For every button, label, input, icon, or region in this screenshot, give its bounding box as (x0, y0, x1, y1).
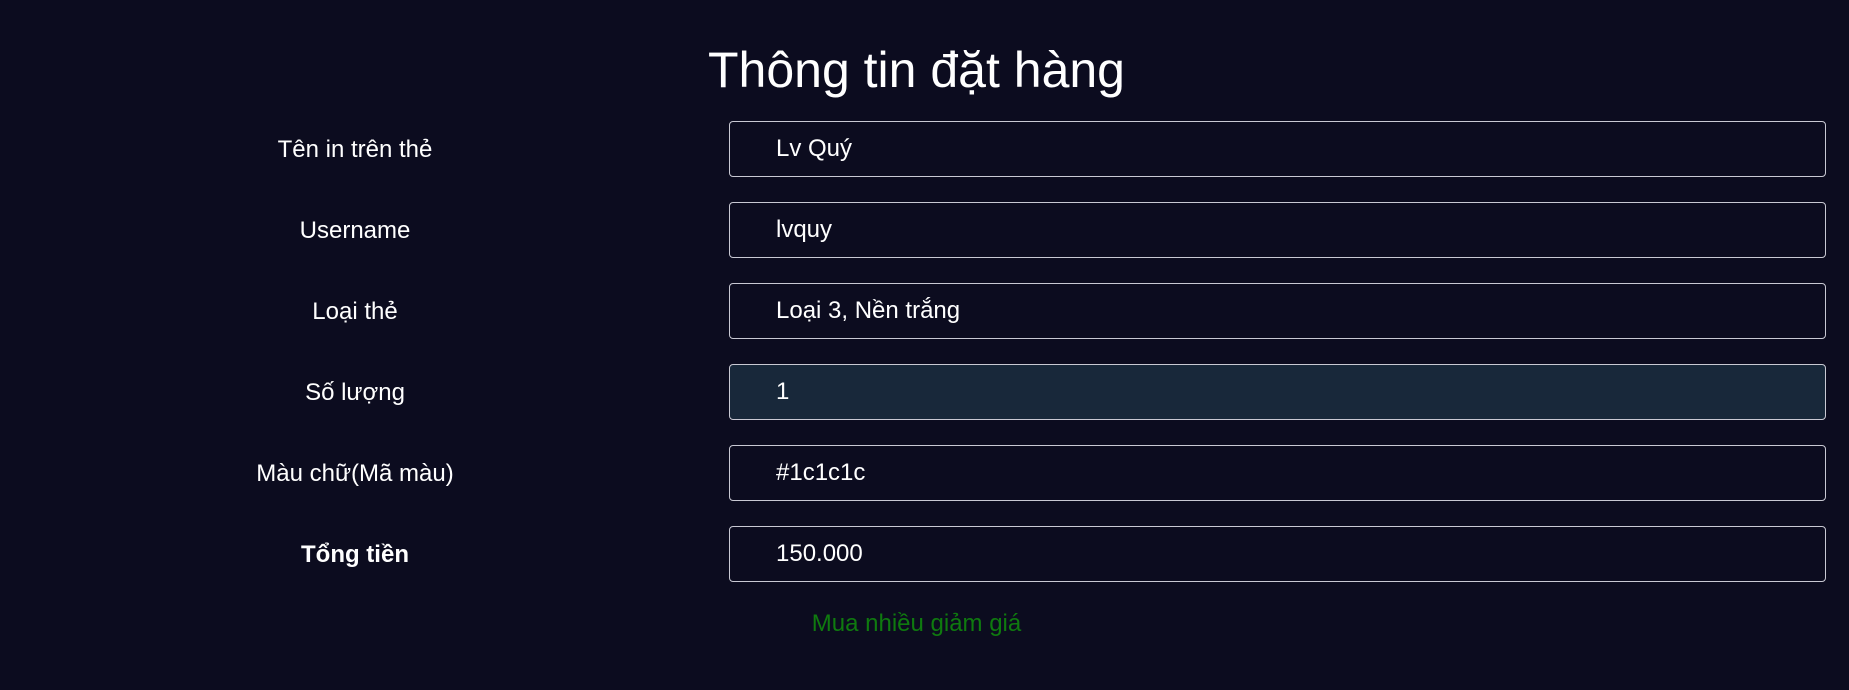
form-row-card-name: Tên in trên thẻ (0, 121, 1849, 179)
username-input[interactable] (729, 202, 1826, 258)
order-form-page: Thông tin đặt hàng Tên in trên thẻ Usern… (0, 0, 1849, 690)
form-row-card-type: Loại thẻ (0, 283, 1849, 341)
total-label: Tổng tiền (301, 541, 409, 568)
card-name-input[interactable] (729, 121, 1826, 177)
quantity-label: Số lượng (305, 379, 405, 406)
promo-note: Mua nhiều giảm giá (811, 610, 1022, 637)
form-row-quantity: Số lượng (0, 364, 1849, 422)
quantity-input[interactable] (729, 364, 1826, 420)
card-type-label: Loại thẻ (312, 298, 398, 325)
card-type-input[interactable] (729, 283, 1826, 339)
form-row-username: Username (0, 202, 1849, 260)
username-label: Username (299, 217, 411, 244)
total-input[interactable] (729, 526, 1826, 582)
form-row-text-color: Màu chữ(Mã màu) (0, 445, 1849, 503)
text-color-label: Màu chữ(Mã màu) (256, 460, 454, 487)
text-color-input[interactable] (729, 445, 1826, 501)
card-name-label: Tên in trên thẻ (277, 136, 433, 163)
page-title: Thông tin đặt hàng (708, 42, 1125, 98)
form-row-total: Tổng tiền (0, 526, 1849, 584)
